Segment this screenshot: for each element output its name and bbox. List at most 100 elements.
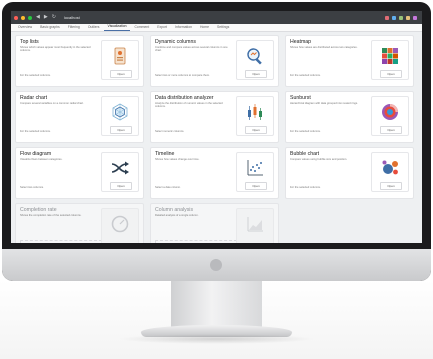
- open-button[interactable]: Open: [245, 126, 267, 134]
- tab-filtering[interactable]: Filtering: [64, 25, 84, 31]
- monitor: ◀ ▶ ↻ localhost Overview Basic graphs Filt…: [2, 2, 431, 281]
- bubble-icon: [380, 158, 400, 178]
- card-description: Compare several variables on a common ra…: [20, 102, 84, 105]
- card-column-analysis: Column analysis Detailed analysis of a si…: [150, 203, 279, 243]
- screen: ◀ ▶ ↻ localhost Overview Basic graphs Filt…: [11, 11, 422, 243]
- card-title: Timeline: [155, 151, 175, 157]
- heatmap-icon: [380, 46, 400, 66]
- icon-panel: Open: [371, 40, 409, 80]
- close-window-button[interactable]: [14, 15, 18, 20]
- tab-comment[interactable]: Comment: [130, 25, 153, 31]
- open-button[interactable]: Open: [110, 182, 132, 190]
- card-data-distribution-analyzer: Data distribution analyzer Analyze the di…: [150, 91, 279, 143]
- address-bar[interactable]: localhost: [64, 15, 80, 20]
- extension-icon[interactable]: [392, 15, 396, 20]
- maximize-window-button[interactable]: [28, 15, 32, 20]
- monitor-chin: [2, 249, 431, 281]
- card-description: Shows which values appear most frequentl…: [20, 46, 91, 53]
- visualization-grid: Top lists Shows which values appear most …: [15, 35, 418, 243]
- card-note: For the selected columns.: [20, 74, 51, 77]
- stand-shadow: [118, 334, 315, 344]
- icon-panel: Open: [101, 40, 139, 80]
- card-heatmap: Heatmap Shows how values are distributed …: [285, 35, 414, 87]
- open-button[interactable]: Open: [380, 182, 402, 190]
- icon-panel: Open: [236, 96, 274, 136]
- icon-panel: Open: [371, 96, 409, 136]
- minimize-window-button[interactable]: [21, 15, 25, 20]
- card-completion-rate: Completion rate Shows the completion rate…: [15, 203, 144, 243]
- tab-bar: Overview Basic graphs Filtering Outliers Vis…: [11, 24, 422, 32]
- card-bubble-chart: Bubble chart Compare values using bubble …: [285, 147, 414, 199]
- card-description: Visualize flows between categories.: [20, 158, 63, 161]
- back-icon[interactable]: ◀: [36, 15, 40, 20]
- card-note: For the selected columns.: [290, 186, 321, 189]
- card-title: Dynamic columns: [155, 39, 196, 45]
- unavailable-notice: Not available for this project: [155, 240, 237, 243]
- tab-settings[interactable]: Settings: [213, 25, 233, 31]
- card-title: Data distribution analyzer: [155, 95, 214, 101]
- open-button[interactable]: Open: [380, 126, 402, 134]
- open-button[interactable]: Open: [110, 126, 132, 134]
- card-description: Combine and compare values across severa…: [155, 46, 228, 53]
- icon-panel: Open: [371, 152, 409, 192]
- magnifier-icon: [245, 46, 265, 66]
- extension-icon[interactable]: [406, 15, 410, 20]
- card-description: Detailed analysis of a single column.: [155, 214, 199, 217]
- extension-icon[interactable]: [385, 15, 389, 20]
- card-title: Top lists: [20, 39, 39, 45]
- card-top-lists: Top lists Shows which values appear most …: [15, 35, 144, 87]
- icon-panel: [101, 208, 139, 243]
- unavailable-notice: Not available for this project: [20, 240, 102, 243]
- card-title: Completion rate: [20, 207, 57, 213]
- gauge-icon: [110, 214, 130, 234]
- card-description: Analyze the distribution of numeric valu…: [155, 102, 223, 109]
- card-description: Shows how values are distributed across …: [290, 46, 358, 49]
- area-chart-icon: [245, 214, 265, 234]
- card-description: Hierarchical diagram with data grouped i…: [290, 102, 358, 105]
- card-note: Select two or more columns to compare th…: [155, 74, 210, 77]
- open-button[interactable]: Open: [245, 182, 267, 190]
- card-dynamic-columns: Dynamic columns Combine and compare value…: [150, 35, 279, 87]
- card-note: For the selected columns.: [290, 74, 321, 77]
- card-note: Select numeric columns.: [155, 130, 185, 133]
- tab-outliers[interactable]: Outliers: [84, 25, 104, 31]
- flow-icon: [110, 158, 130, 178]
- monitor-stand: [171, 281, 262, 331]
- open-button[interactable]: Open: [110, 70, 132, 78]
- tab-visualization[interactable]: Visualization: [103, 24, 131, 31]
- scene: ◀ ▶ ↻ localhost Overview Basic graphs Filt…: [0, 0, 433, 359]
- icon-panel: Open: [236, 40, 274, 80]
- icon-panel: Open: [101, 96, 139, 136]
- sunburst-icon: [380, 102, 400, 122]
- card-title: Bubble chart: [290, 151, 320, 157]
- tab-home[interactable]: Home: [196, 25, 213, 31]
- card-note: Select a date column.: [155, 186, 181, 189]
- card-note: Select two columns.: [20, 186, 44, 189]
- card-title: Flow diagram: [20, 151, 52, 157]
- tab-information[interactable]: Information: [171, 25, 196, 31]
- extension-icon[interactable]: [413, 15, 417, 20]
- card-description: Shows the completion rate of the selecte…: [20, 214, 82, 217]
- browser-toolbar: ◀ ▶ ↻ localhost: [11, 11, 422, 24]
- card-radar-chart: Radar chart Compare several variables on …: [15, 91, 144, 143]
- radar-icon: [110, 102, 130, 122]
- extension-icon[interactable]: [399, 15, 403, 20]
- icon-panel: Open: [101, 152, 139, 192]
- tab-basic-graphs[interactable]: Basic graphs: [36, 25, 64, 31]
- open-button[interactable]: Open: [245, 70, 267, 78]
- card-description: Compare values using bubble size and pos…: [290, 158, 348, 161]
- card-note: For the selected columns.: [20, 130, 51, 133]
- tab-overview[interactable]: Overview: [14, 25, 36, 31]
- icon-panel: [236, 208, 274, 243]
- reload-icon[interactable]: ↻: [52, 15, 56, 20]
- timeline-icon: [245, 158, 265, 178]
- forward-icon[interactable]: ▶: [44, 15, 48, 20]
- card-title: Sunburst: [290, 95, 311, 101]
- open-button[interactable]: Open: [380, 70, 402, 78]
- tab-export[interactable]: Export: [153, 25, 171, 31]
- card-title: Heatmap: [290, 39, 312, 45]
- card-timeline: Timeline Shows how values change over tim…: [150, 147, 279, 199]
- logo-icon: [210, 259, 222, 271]
- card-flow-diagram: Flow diagram Visualize flows between cate…: [15, 147, 144, 199]
- card-sunburst: Sunburst Hierarchical diagram with data g…: [285, 91, 414, 143]
